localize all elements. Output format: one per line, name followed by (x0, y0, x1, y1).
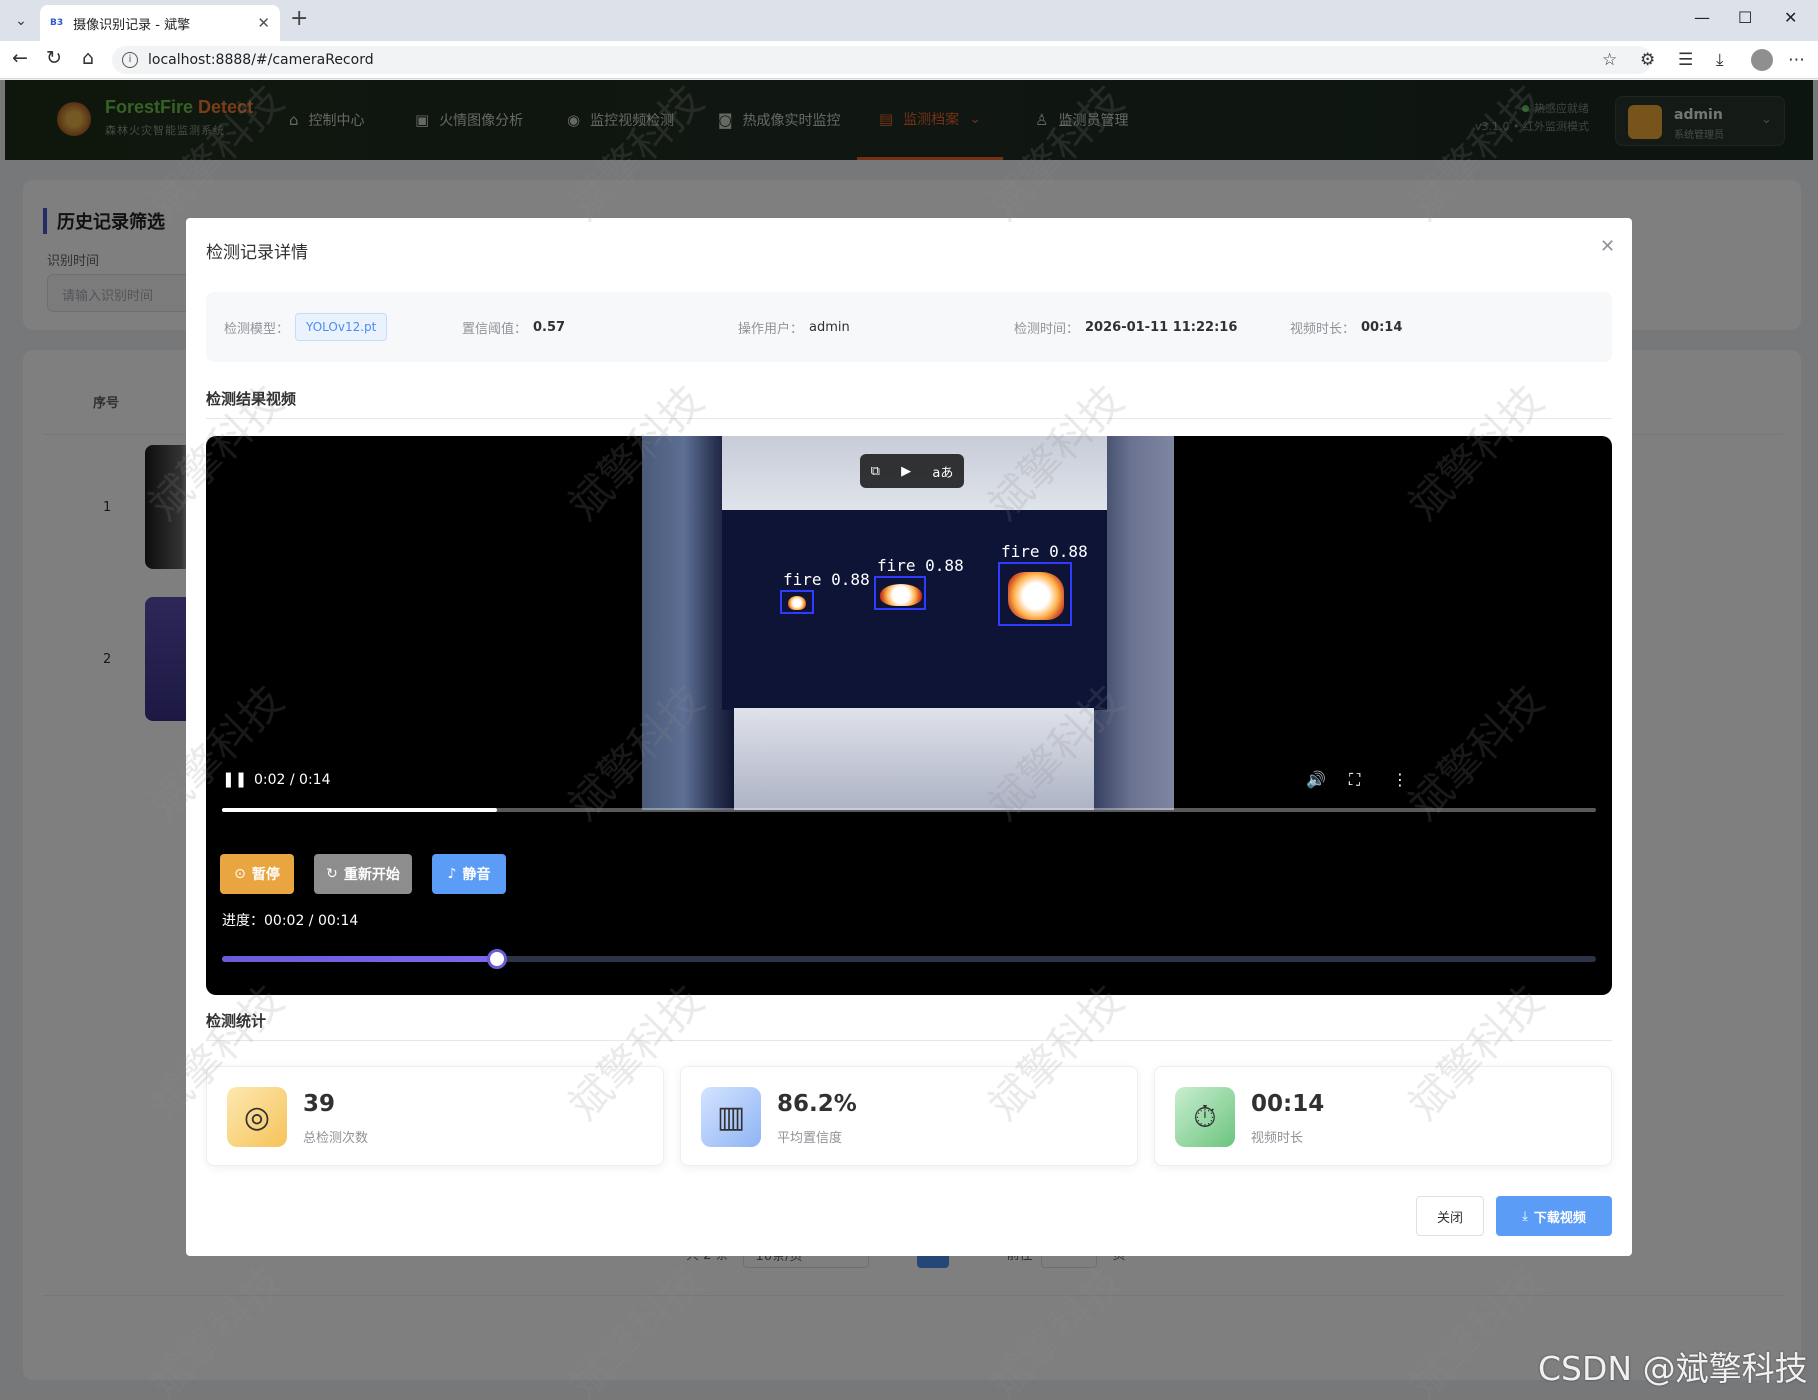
stat-card-duration: ⏱ 00:14 视频时长 (1154, 1066, 1612, 1166)
info-value: 00:14 (1361, 319, 1403, 335)
pause-circle-icon: ⊙ (234, 866, 246, 882)
mute-button[interactable]: ♪ 静音 (432, 854, 506, 894)
more-menu-icon[interactable]: ⋯ (1788, 50, 1805, 70)
stopwatch-icon: ⏱ (1175, 1087, 1235, 1147)
refresh-icon: ↻ (326, 866, 338, 882)
model-tag: YOLOv12.pt (295, 313, 388, 341)
pip-icon[interactable]: ⧉ (871, 464, 880, 479)
progress-slider-handle[interactable] (486, 949, 507, 969)
detection-box: fire 0.88 (998, 542, 1088, 626)
fire-flame (1008, 572, 1064, 620)
video-player[interactable]: fire 0.88 fire 0.88 fire 0.88 ⧉ ▶ aあ ❚❚ … (206, 436, 1612, 995)
pause-button[interactable]: ⊙ 暂停 (220, 854, 294, 894)
info-label: 置信阈值： (462, 321, 528, 337)
fire-flame (788, 596, 806, 610)
tab-close-icon[interactable]: ✕ (257, 14, 270, 32)
minimize-icon[interactable]: — (1694, 8, 1710, 27)
stat-value: 39 (303, 1091, 336, 1117)
info-confidence: 置信阈值： 0.57 (462, 292, 565, 362)
button-label: 静音 (462, 867, 491, 883)
stat-label: 视频时长 (1251, 1131, 1304, 1146)
record-info-bar: 检测模型： YOLOv12.pt 置信阈值： 0.57 操作用户： admin … (206, 292, 1612, 362)
video-section-title: 检测结果视频 (206, 390, 297, 408)
volume-icon[interactable]: 🔊 (1306, 770, 1326, 789)
progress-slider-fill (222, 956, 497, 962)
video-timeline[interactable] (222, 808, 1596, 812)
pause-icon[interactable]: ❚❚ (222, 770, 247, 788)
button-label: 下载视频 (1533, 1210, 1586, 1226)
url-field[interactable]: i localhost:8888/#/cameraRecord (112, 46, 1652, 74)
window-close-icon[interactable]: ✕ (1784, 8, 1797, 27)
info-label: 操作用户： (738, 321, 804, 337)
profile-avatar[interactable] (1751, 49, 1773, 71)
dialog-title: 检测记录详情 (206, 243, 308, 263)
browser-tab-bar: ⌄ B3 摄像识别记录 - 斌擎 ✕ + — ☐ ✕ (0, 0, 1818, 41)
microphone-icon: ♪ (447, 866, 457, 882)
download-icon[interactable]: ⤓ (1716, 50, 1724, 70)
info-user: 操作用户： admin (738, 292, 850, 362)
stats-section-title: 检测统计 (206, 1012, 267, 1030)
detection-box: fire 0.88 (874, 556, 964, 610)
detail-dialog: 检测记录详情 ✕ 检测模型： YOLOv12.pt 置信阈值： 0.57 操作用… (186, 218, 1632, 1256)
video-frame: fire 0.88 fire 0.88 fire 0.88 (642, 436, 1174, 810)
native-video-controls: ❚❚ 0:02 / 0:14 🔊 ⛶ ⋮ (206, 766, 1612, 816)
address-bar: ← ↻ ⌂ i localhost:8888/#/cameraRecord ☆ … (0, 41, 1818, 79)
section-divider (206, 1040, 1612, 1041)
progress-text: 进度：00:02 / 00:14 (222, 913, 359, 929)
download-video-button[interactable]: ⤓ 下载视频 (1496, 1196, 1612, 1236)
bar-chart-icon: ▥ (701, 1087, 761, 1147)
favorite-star-icon[interactable]: ☆ (1602, 50, 1617, 70)
detection-label: fire 0.88 (783, 570, 870, 589)
info-label: 检测模型： (224, 321, 290, 337)
site-info-icon[interactable]: i (122, 52, 138, 68)
fire-flame (880, 584, 922, 606)
info-value: admin (809, 319, 850, 335)
tab-list-chevron-icon[interactable]: ⌄ (8, 8, 34, 34)
info-value: 0.57 (533, 319, 566, 335)
button-label: 暂停 (251, 867, 280, 883)
home-icon[interactable]: ⌂ (82, 47, 94, 69)
url-text: localhost:8888/#/cameraRecord (148, 52, 374, 68)
favorites-list-icon[interactable]: ☰ (1678, 50, 1693, 70)
section-divider (206, 418, 1612, 419)
browser-tab[interactable]: B3 摄像识别记录 - 斌擎 ✕ (40, 5, 280, 41)
download-icon: ⤓ (1522, 1208, 1528, 1224)
stat-value: 86.2% (777, 1091, 857, 1117)
detection-label: fire 0.88 (877, 556, 964, 575)
video-timeline-fill (222, 808, 497, 812)
stat-label: 总检测次数 (303, 1131, 369, 1146)
extensions-icon[interactable]: ⚙ (1640, 50, 1655, 70)
tab-favicon: B3 (50, 18, 64, 28)
reload-icon[interactable]: ↻ (46, 47, 62, 69)
info-duration: 视频时长： 00:14 (1290, 292, 1402, 362)
translate-icon[interactable]: aあ (932, 462, 953, 481)
close-button[interactable]: 关闭 (1416, 1196, 1484, 1236)
fullscreen-icon[interactable]: ⛶ (1349, 770, 1360, 790)
detection-label: fire 0.88 (1001, 542, 1088, 561)
video-overlay-toolbar: ⧉ ▶ aあ (860, 454, 964, 488)
info-label: 视频时长： (1290, 321, 1356, 337)
restart-button[interactable]: ↻ 重新开始 (314, 854, 412, 894)
dialog-close-icon[interactable]: ✕ (1600, 236, 1615, 257)
csdn-watermark: CSDN @斌擎科技 (1538, 1349, 1808, 1388)
maximize-icon[interactable]: ☐ (1738, 8, 1752, 27)
more-options-icon[interactable]: ⋮ (1392, 770, 1408, 789)
stat-label: 平均置信度 (777, 1131, 843, 1146)
info-time: 检测时间： 2026-01-11 11:22:16 (1014, 292, 1237, 362)
new-tab-plus-icon[interactable]: + (290, 6, 308, 31)
tab-title: 摄像识别记录 - 斌擎 (73, 17, 191, 33)
back-arrow-icon[interactable]: ← (12, 47, 28, 69)
ai-video-icon[interactable]: ▶ (901, 464, 911, 479)
progress-slider[interactable] (222, 949, 1596, 969)
stat-card-total: ◎ 39 总检测次数 (206, 1066, 664, 1166)
target-icon: ◎ (227, 1087, 287, 1147)
video-time: 0:02 / 0:14 (254, 772, 331, 788)
info-label: 检测时间： (1014, 321, 1080, 337)
detection-box: fire 0.88 (780, 570, 870, 614)
stat-value: 00:14 (1251, 1091, 1325, 1117)
info-value: 2026-01-11 11:22:16 (1085, 319, 1238, 335)
stat-card-confidence: ▥ 86.2% 平均置信度 (680, 1066, 1138, 1166)
info-model: 检测模型： YOLOv12.pt (224, 292, 388, 362)
button-label: 重新开始 (343, 867, 400, 883)
